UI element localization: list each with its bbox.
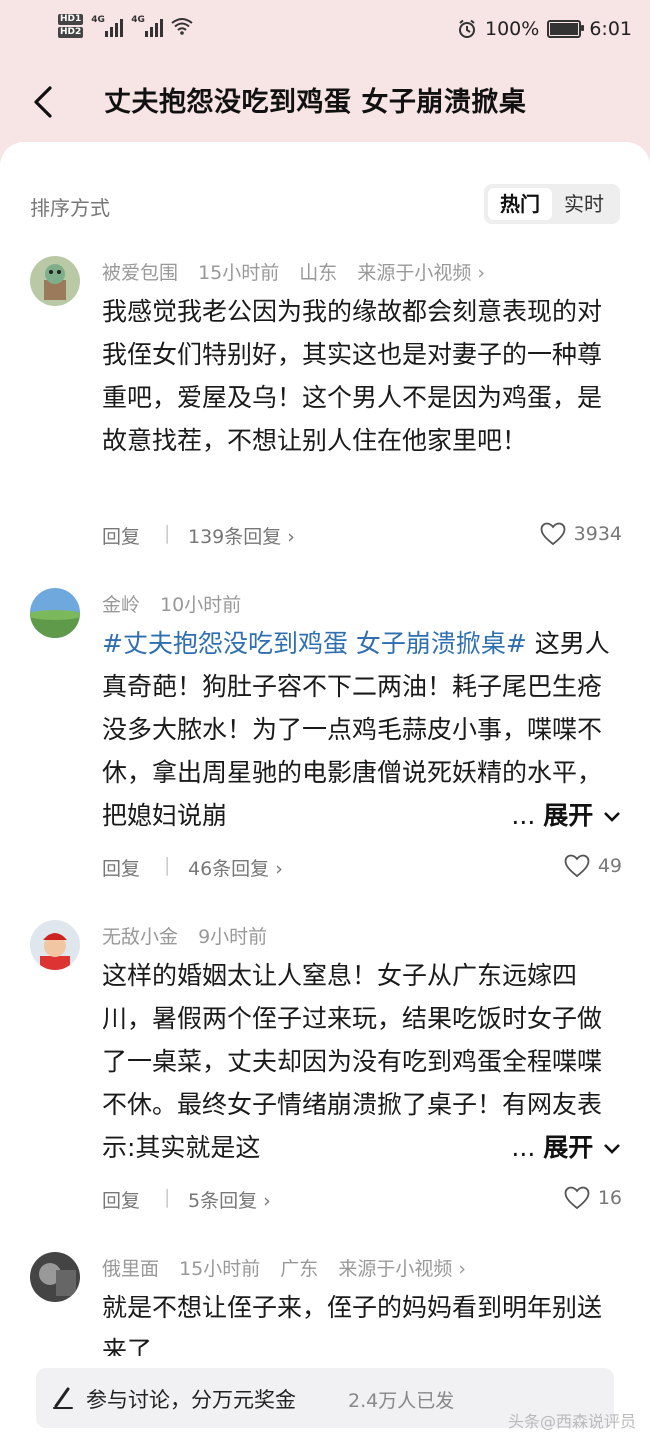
like-button[interactable]: 49 <box>564 854 622 878</box>
comment-meta: 俄里面 15小时前 广东 来源于小视频 › <box>102 1254 480 1281</box>
page-title: 丈夫抱怨没吃到鸡蛋 女子崩溃掀桌 <box>104 87 527 118</box>
reply-button[interactable]: 回复 <box>102 1186 140 1213</box>
comment-time: 15小时前 <box>179 1258 261 1280</box>
divider: | <box>164 1186 171 1208</box>
back-arrow-icon[interactable] <box>26 82 66 122</box>
header: 丈夫抱怨没吃到鸡蛋 女子崩溃掀桌 <box>0 64 650 142</box>
like-count: 16 <box>597 1187 622 1209</box>
ellipsis: ... <box>511 801 536 830</box>
sort-toggle: 热门 实时 <box>484 184 620 224</box>
sort-label: 排序方式 <box>30 196 110 220</box>
signal-icon: 4G <box>91 15 124 37</box>
comment-username[interactable]: 金岭 <box>102 594 140 616</box>
discussion-cta[interactable]: 参与讨论，分万元奖金 <box>86 1384 296 1414</box>
comment-actions: 回复 | 5条回复 › 16 <box>102 1186 622 1216</box>
comment-source-link[interactable]: 来源于小视频 › <box>357 262 485 284</box>
ellipsis: ... <box>511 1133 536 1162</box>
sort-option-realtime[interactable]: 实时 <box>552 188 616 220</box>
expand-label: 展开 <box>543 1133 594 1162</box>
expand-label: 展开 <box>543 801 594 830</box>
battery-percent: 100% <box>485 18 540 40</box>
comment-meta: 金岭 10小时前 <box>102 590 255 617</box>
avatar[interactable] <box>30 256 80 306</box>
comment-actions: 回复 | 139条回复 › 3934 <box>102 522 622 552</box>
divider: | <box>164 854 171 876</box>
comment-location: 广东 <box>280 1258 319 1280</box>
net1-label: 4G <box>91 15 105 25</box>
divider: | <box>164 522 171 544</box>
heart-icon <box>540 522 566 546</box>
alarm-icon <box>459 19 475 38</box>
status-right: 100% 6:01 <box>457 18 632 40</box>
comment-time: 10小时前 <box>160 594 242 616</box>
comment-time: 15小时前 <box>198 262 280 284</box>
avatar[interactable] <box>30 588 80 638</box>
comment-meta: 无敌小金 9小时前 <box>102 922 281 949</box>
reply-button[interactable]: 回复 <box>102 854 140 881</box>
comment-meta: 被爱包围 15小时前 山东 来源于小视频 › <box>102 258 499 285</box>
comment-text: 这男人真奇葩！狗肚子容不下二两油！耗子尾巴生疮没多大脓水！为了一点鸡毛蒜皮小事，… <box>102 629 610 830</box>
chevron-down-icon <box>604 1144 620 1154</box>
hashtag-link[interactable]: #丈夫抱怨没吃到鸡蛋 女子崩溃掀桌# <box>102 629 527 658</box>
comment-actions: 回复 | 46条回复 › 49 <box>102 854 622 884</box>
comments-panel: 排序方式 热门 实时 被爱包围 15小时前 山东 来源于小视频 › 我感觉我老公… <box>0 142 650 1444</box>
pen-icon <box>53 1387 73 1409</box>
reply-count-link[interactable]: 139条回复 › <box>188 522 295 549</box>
comment-username[interactable]: 被爱包围 <box>102 262 178 284</box>
status-left: HD1 HD2 4G 4G <box>58 14 193 38</box>
like-button[interactable]: 16 <box>564 1186 622 1210</box>
comment-location: 山东 <box>299 262 338 284</box>
clock: 6:01 <box>589 18 632 40</box>
net2-label: 4G <box>131 15 145 25</box>
sort-option-hot[interactable]: 热门 <box>488 188 552 220</box>
watermark: 头条@西森说评员 <box>507 1412 636 1431</box>
comment-source-link[interactable]: 来源于小视频 › <box>338 1258 466 1280</box>
like-button[interactable]: 3934 <box>540 522 622 546</box>
battery-icon <box>547 20 585 38</box>
avatar[interactable] <box>30 1252 80 1302</box>
reply-count-link[interactable]: 46条回复 › <box>188 854 283 881</box>
like-count: 3934 <box>573 523 622 545</box>
comment-username[interactable]: 无敌小金 <box>102 926 178 948</box>
heart-icon <box>564 1186 590 1210</box>
like-count: 49 <box>597 855 622 877</box>
hd1-label: HD1 <box>58 14 84 25</box>
chevron-down-icon <box>604 812 620 822</box>
reply-count-link[interactable]: 5条回复 › <box>188 1186 271 1213</box>
signal-icon-2: 4G <box>131 15 164 37</box>
comment-time: 9小时前 <box>198 926 268 948</box>
comment-text: 我感觉我老公因为我的缘故都会刻意表现的对我侄女们特别好，其实这也是对妻子的一种尊… <box>102 297 603 455</box>
comment-username[interactable]: 俄里面 <box>102 1258 159 1280</box>
comment-text: 就是不想让侄子来，侄子的妈妈看到明年别送来了 <box>102 1293 603 1356</box>
reply-button[interactable]: 回复 <box>102 522 140 549</box>
participant-count: 2.4万人已发 <box>348 1390 455 1412</box>
avatar[interactable] <box>30 920 80 970</box>
hd2-label: HD2 <box>58 27 84 38</box>
heart-icon <box>564 854 590 878</box>
hd-indicator: HD1 HD2 <box>58 14 84 38</box>
status-bar: HD1 HD2 4G 4G 100% 6:01 <box>0 0 650 64</box>
wifi-icon <box>171 18 193 35</box>
